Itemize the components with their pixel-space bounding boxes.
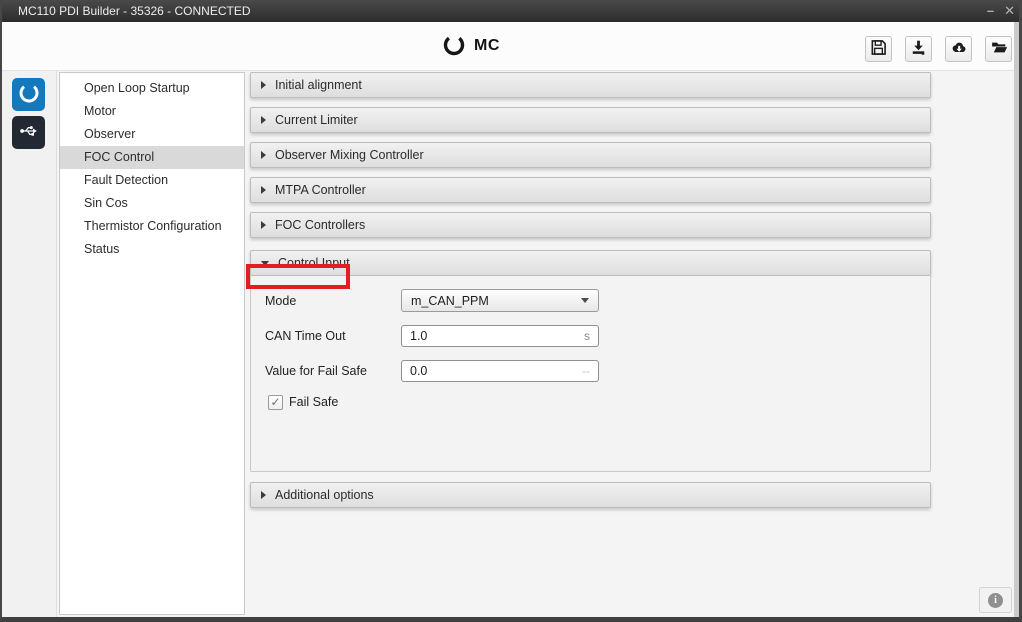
fail-safe-row: ✓ Fail Safe [268, 394, 930, 410]
mc-ring-icon [442, 33, 466, 60]
download-button[interactable] [905, 36, 932, 62]
content-area: Initial alignment Current Limiter Observ… [250, 72, 931, 517]
annotation-highlight-box [246, 264, 350, 289]
right-gutter [1014, 22, 1019, 617]
toolbar [865, 36, 1012, 62]
chevron-right-icon [261, 81, 266, 89]
section-current-limiter[interactable]: Current Limiter [250, 107, 931, 133]
cloud-download-button[interactable] [945, 36, 972, 62]
section-foc-controllers[interactable]: FOC Controllers [250, 212, 931, 238]
window-title: MC110 PDI Builder - 35326 - CONNECTED [18, 4, 251, 18]
nav-item-thermistor-configuration[interactable]: Thermistor Configuration [60, 215, 244, 238]
value-for-fail-safe-row: Value for Fail Safe -- [265, 359, 930, 382]
dropdown-arrow-icon [581, 298, 589, 303]
side-rail [2, 71, 57, 617]
value-for-fail-safe-input[interactable] [410, 364, 582, 378]
section-control-input[interactable]: Control Input [250, 250, 931, 276]
can-time-out-row: CAN Time Out s [265, 324, 930, 347]
usb-icon [18, 121, 40, 144]
nav-item-open-loop-startup[interactable]: Open Loop Startup [60, 77, 244, 100]
can-time-out-unit: s [584, 329, 590, 343]
app-logo: MC [442, 32, 500, 60]
cloud-download-icon [950, 39, 968, 59]
nav-item-foc-control[interactable]: FOC Control [60, 146, 244, 169]
fail-safe-checkbox[interactable]: ✓ [268, 395, 283, 410]
minimize-button[interactable]: – [987, 0, 994, 22]
chevron-right-icon [261, 151, 266, 159]
logo-text: MC [474, 37, 500, 55]
open-folder-button[interactable] [985, 36, 1012, 62]
info-button[interactable]: i [979, 587, 1012, 613]
nav-panel: Open Loop Startup Motor Observer FOC Con… [59, 72, 245, 615]
value-for-fail-safe-field-frame: -- [401, 360, 599, 382]
section-mtpa-controller[interactable]: MTPA Controller [250, 177, 931, 203]
save-button[interactable] [865, 36, 892, 62]
section-initial-alignment[interactable]: Initial alignment [250, 72, 931, 98]
mode-dropdown[interactable]: m_CAN_PPM [401, 289, 599, 312]
nav-item-motor[interactable]: Motor [60, 100, 244, 123]
section-additional-options[interactable]: Additional options [250, 482, 931, 508]
usb-connection-button[interactable] [12, 116, 45, 149]
fail-safe-label: Fail Safe [289, 395, 338, 409]
value-for-fail-safe-unit: -- [582, 364, 590, 378]
open-folder-icon [990, 39, 1008, 59]
titlebar: MC110 PDI Builder - 35326 - CONNECTED – … [2, 0, 1019, 22]
can-time-out-field-frame: s [401, 325, 599, 347]
section-observer-mixing-controller[interactable]: Observer Mixing Controller [250, 142, 931, 168]
app-header: MC [2, 22, 1019, 71]
checkmark-icon: ✓ [270, 396, 280, 408]
app-window: MC110 PDI Builder - 35326 - CONNECTED – … [0, 0, 1022, 622]
chevron-right-icon [261, 491, 266, 499]
chevron-right-icon [261, 186, 266, 194]
chevron-right-icon [261, 116, 266, 124]
can-time-out-label: CAN Time Out [265, 329, 401, 343]
mode-row: Mode m_CAN_PPM [265, 289, 930, 312]
nav-item-status[interactable]: Status [60, 238, 244, 261]
mc-ring-icon [17, 81, 41, 108]
nav-item-sin-cos[interactable]: Sin Cos [60, 192, 244, 215]
mc-app-button[interactable] [12, 78, 45, 111]
can-time-out-input[interactable] [410, 329, 584, 343]
info-icon: i [988, 593, 1003, 608]
control-input-panel: Mode m_CAN_PPM CAN Time Out s Value for … [250, 276, 931, 472]
close-button[interactable]: ✕ [1004, 0, 1015, 22]
save-icon [870, 39, 887, 59]
nav-item-observer[interactable]: Observer [60, 123, 244, 146]
nav-item-fault-detection[interactable]: Fault Detection [60, 169, 244, 192]
value-for-fail-safe-label: Value for Fail Safe [265, 364, 401, 378]
download-icon [910, 39, 927, 59]
mode-label: Mode [265, 294, 401, 308]
chevron-right-icon [261, 221, 266, 229]
window-controls: – ✕ [987, 0, 1015, 22]
mode-dropdown-value: m_CAN_PPM [411, 294, 489, 308]
